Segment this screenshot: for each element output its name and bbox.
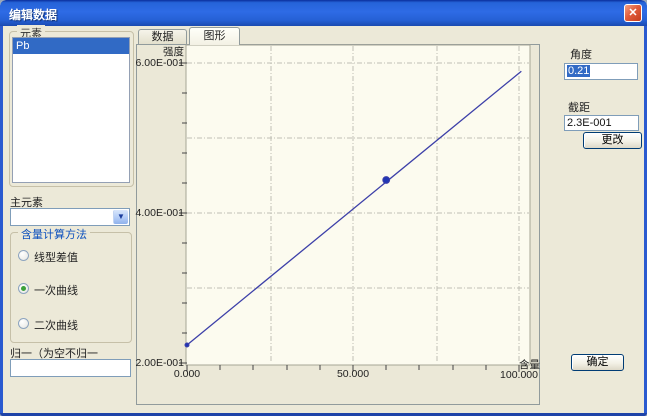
change-button[interactable]: 更改	[583, 132, 642, 149]
tab-graph[interactable]: 图形	[189, 27, 240, 45]
y-tick-6e-1: 6.00E-001	[132, 57, 184, 69]
y-tick-4e-1: 4.00E-001	[132, 207, 184, 219]
chart-canvas	[136, 44, 540, 405]
combo-value	[11, 213, 13, 225]
x-axis-title: 含量	[519, 357, 540, 372]
window-title: 编辑数据	[9, 6, 57, 23]
title-bar[interactable]: 编辑数据 ✕	[0, 0, 647, 26]
window-border-left	[0, 26, 3, 416]
x-tick-0: 0.000	[167, 368, 207, 380]
edit-data-dialog: 编辑数据 ✕ 元素 Pb 主元素 ▼ 含量计算方法 线型差值 一次曲线 二次曲线…	[0, 0, 647, 416]
chevron-down-icon[interactable]: ▼	[113, 210, 128, 224]
method-group-label: 含量计算方法	[18, 226, 90, 242]
intercept-label: 截距	[568, 99, 590, 115]
ok-button[interactable]: 确定	[571, 354, 624, 371]
element-listbox[interactable]: Pb	[12, 37, 130, 183]
angle-value: 0.21	[567, 65, 590, 77]
tab-data[interactable]: 数据	[138, 29, 187, 44]
radio-icon[interactable]	[18, 250, 29, 261]
close-icon[interactable]: ✕	[624, 4, 642, 22]
x-tick-50: 50.000	[331, 368, 375, 380]
radio-label: 一次曲线	[34, 282, 78, 298]
angle-label: 角度	[570, 46, 592, 62]
angle-input[interactable]: 0.21	[564, 63, 638, 80]
radio-label: 线型差值	[34, 249, 78, 265]
normalize-input[interactable]	[10, 359, 131, 377]
radio-icon[interactable]	[18, 318, 29, 329]
radio-icon[interactable]	[18, 283, 29, 294]
intercept-input[interactable]: 2.3E-001	[564, 115, 639, 131]
intercept-value: 2.3E-001	[567, 117, 612, 129]
list-item-pb[interactable]: Pb	[13, 38, 129, 54]
radio-label: 二次曲线	[34, 317, 78, 333]
main-element-combobox[interactable]: ▼	[10, 208, 130, 226]
